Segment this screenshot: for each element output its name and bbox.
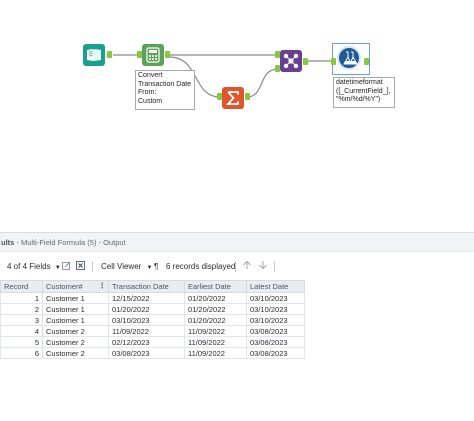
- record-cell[interactable]: 5: [0, 336, 43, 348]
- input-output-anchor[interactable]: [107, 51, 112, 58]
- table-row[interactable]: 6 Customer 2 03/08/2023 11/09/2022 03/08…: [0, 347, 305, 359]
- join-output-anchor[interactable]: [303, 58, 308, 65]
- record-cell[interactable]: 3: [0, 314, 43, 326]
- customer-cell[interactable]: Customer 1: [42, 292, 109, 304]
- table-row[interactable]: 1 Customer 1 12/15/2022 01/20/2022 03/10…: [0, 292, 305, 304]
- multifield-output-anchor[interactable]: [364, 58, 369, 65]
- record-cell[interactable]: 4: [0, 325, 43, 337]
- join-nodes-icon: [283, 53, 299, 69]
- customer-cell[interactable]: Customer 2: [42, 347, 109, 359]
- earliest-date-cell[interactable]: 11/09/2022: [184, 336, 247, 348]
- multifield-annotation: datetimeformat ([_CurrentField_], "%m/%d…: [333, 77, 395, 108]
- results-header: ults - Multi-Field Formula (5) - Output: [0, 232, 474, 252]
- pilcrow-icon[interactable]: ¶: [154, 262, 158, 271]
- customer-cell[interactable]: Customer 1: [42, 303, 109, 315]
- latest-date-cell[interactable]: 03/08/2023: [246, 347, 305, 359]
- column-header-earliest-date[interactable]: Earliest Date: [184, 280, 247, 293]
- column-header-customer-label: Customer#: [46, 282, 83, 291]
- multifield-input-anchor[interactable]: [331, 58, 336, 65]
- latest-date-cell[interactable]: 03/08/2023: [246, 336, 305, 348]
- toolbar-divider: [274, 261, 275, 272]
- earliest-date-cell[interactable]: 01/20/2022: [184, 303, 247, 315]
- deselect-icon[interactable]: [76, 261, 85, 272]
- workflow-connections: [113, 54, 332, 98]
- record-cell[interactable]: 6: [0, 347, 43, 359]
- record-cell[interactable]: 2: [0, 303, 43, 315]
- summarize-tool[interactable]: [222, 87, 244, 109]
- wire-summarize-join: [246, 68, 279, 98]
- cell-viewer-label: Cell Viewer: [101, 262, 142, 271]
- column-menu-icon[interactable]: ⋮: [99, 282, 107, 291]
- column-header-customer[interactable]: Customer# ⋮: [42, 280, 109, 293]
- book-icon: [87, 49, 101, 61]
- toolbar-divider: [235, 261, 236, 272]
- fields-selector[interactable]: 4 of 4 Fields ▼: [7, 262, 61, 271]
- edit-fields-icon[interactable]: [62, 261, 71, 272]
- table-row[interactable]: 4 Customer 2 11/09/2022 11/09/2022 03/08…: [0, 325, 305, 337]
- summarize-output-anchor[interactable]: [245, 93, 250, 100]
- column-header-transaction-date[interactable]: Transaction Date: [108, 280, 185, 293]
- results-pane: ults - Multi-Field Formula (5) - Output …: [0, 232, 474, 421]
- column-header-latest-date[interactable]: Latest Date: [246, 280, 305, 293]
- customer-cell[interactable]: Customer 2: [42, 325, 109, 337]
- formula-annotation: Convert Transaction Date From: Custom: [135, 70, 195, 110]
- results-title: ults: [1, 238, 15, 247]
- arrow-up-icon[interactable]: [242, 260, 252, 272]
- toolbar-divider: [92, 261, 93, 272]
- transaction-date-cell[interactable]: 02/12/2023: [108, 336, 185, 348]
- chevron-down-icon: ▼: [54, 265, 61, 271]
- latest-date-cell[interactable]: 03/10/2023: [246, 292, 305, 304]
- formula-tool[interactable]: [142, 44, 164, 66]
- transaction-date-cell[interactable]: 12/15/2022: [108, 292, 185, 304]
- transaction-date-cell[interactable]: 11/09/2022: [108, 325, 185, 337]
- results-source: - Multi-Field Formula (5) - Output: [14, 238, 126, 247]
- latest-date-cell[interactable]: 03/10/2023: [246, 314, 305, 326]
- fields-label: 4 of 4 Fields: [7, 262, 51, 271]
- results-toolbar: 4 of 4 Fields ▼ Cell Viewer ▼ ¶ 6 record…: [0, 257, 474, 277]
- arrow-down-icon[interactable]: [258, 260, 268, 272]
- transaction-date-cell[interactable]: 03/10/2023: [108, 314, 185, 326]
- table-row[interactable]: 3 Customer 1 03/10/2023 01/20/2022 03/10…: [0, 314, 305, 326]
- earliest-date-cell[interactable]: 01/20/2022: [184, 292, 247, 304]
- column-header-record[interactable]: Record: [0, 280, 43, 293]
- results-grid[interactable]: Record Customer# ⋮ Transaction Date Earl…: [0, 280, 305, 359]
- transaction-date-cell[interactable]: 01/20/2022: [108, 303, 185, 315]
- workflow-canvas[interactable]: Convert Transaction Date From: Custom da…: [0, 0, 474, 232]
- multi-field-flask-icon: [343, 51, 358, 65]
- cell-viewer-button[interactable]: Cell Viewer ▼: [101, 262, 153, 271]
- chevron-down-icon: ▼: [146, 265, 153, 271]
- multi-field-formula-tool[interactable]: [337, 46, 361, 70]
- formula-output-anchor[interactable]: [165, 51, 170, 58]
- customer-cell[interactable]: Customer 2: [42, 336, 109, 348]
- earliest-date-cell[interactable]: 11/09/2022: [184, 325, 247, 337]
- latest-date-cell[interactable]: 03/10/2023: [246, 303, 305, 315]
- sigma-icon: [225, 91, 239, 105]
- latest-date-cell[interactable]: 03/08/2023: [246, 325, 305, 337]
- table-row[interactable]: 5 Customer 2 02/12/2023 11/09/2022 03/08…: [0, 336, 305, 348]
- table-row[interactable]: 2 Customer 1 01/20/2022 01/20/2022 03/10…: [0, 303, 305, 315]
- record-cell[interactable]: 1: [0, 292, 43, 304]
- earliest-date-cell[interactable]: 11/09/2022: [184, 347, 247, 359]
- transaction-date-cell[interactable]: 03/08/2023: [108, 347, 185, 359]
- join-multiple-tool[interactable]: [280, 50, 302, 72]
- customer-cell[interactable]: Customer 1: [42, 314, 109, 326]
- earliest-date-cell[interactable]: 01/20/2022: [184, 314, 247, 326]
- formula-flask-icon: [146, 47, 160, 63]
- records-count: 6 records displayed: [166, 262, 236, 271]
- grid-header-row: Record Customer# ⋮ Transaction Date Earl…: [0, 280, 305, 293]
- input-data-tool[interactable]: [83, 44, 105, 66]
